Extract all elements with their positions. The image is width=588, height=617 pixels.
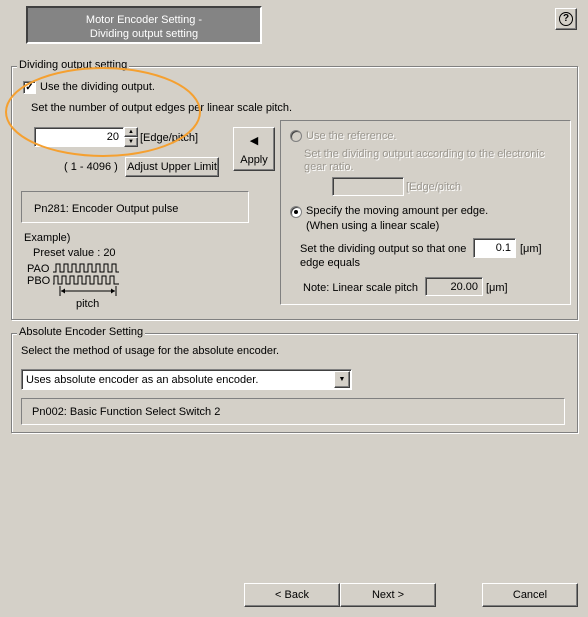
- basic-function-param-panel: Pn002: Basic Function Select Switch 2: [21, 398, 565, 425]
- highlight-ellipse-overlay: [5, 67, 201, 157]
- chevron-down-icon[interactable]: ▼: [334, 371, 350, 388]
- highlight-ellipse: [5, 67, 201, 157]
- back-button[interactable]: < Back: [244, 583, 340, 607]
- absolute-encoder-instruction: Select the method of usage for the absol…: [21, 345, 280, 357]
- basic-function-param-label: Pn002: Basic Function Select Switch 2: [32, 406, 221, 418]
- absolute-encoder-select[interactable]: Uses absolute encoder as an absolute enc…: [21, 369, 352, 390]
- cancel-button[interactable]: Cancel: [482, 583, 578, 607]
- absolute-encoder-group-label: Absolute Encoder Setting: [17, 326, 146, 338]
- absolute-encoder-selected-value: Uses absolute encoder as an absolute enc…: [26, 374, 259, 386]
- next-button[interactable]: Next >: [340, 583, 436, 607]
